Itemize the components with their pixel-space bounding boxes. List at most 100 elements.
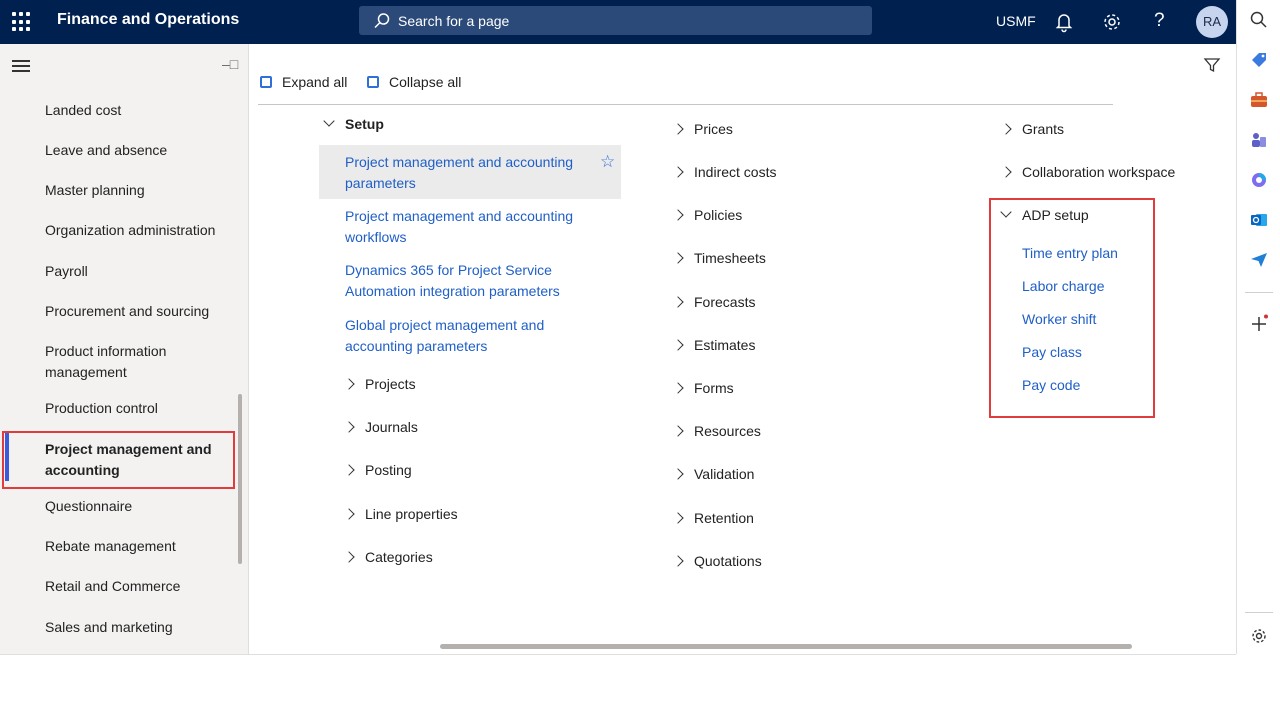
- link-psa-integration-parameters[interactable]: Dynamics 365 for Project Service Automat…: [345, 260, 585, 302]
- send-icon[interactable]: [1249, 250, 1269, 270]
- search-placeholder: Search for a page: [398, 13, 510, 29]
- group-posting[interactable]: Posting: [343, 462, 412, 478]
- chevron-right-icon: [672, 512, 684, 524]
- group-resources[interactable]: Resources: [672, 423, 761, 439]
- outlook-icon[interactable]: [1249, 210, 1269, 230]
- sidebar-item-questionnaire[interactable]: Questionnaire: [45, 496, 235, 517]
- link-pma-parameters[interactable]: Project management and accounting parame…: [345, 152, 595, 194]
- sidebar-item-organization-administration[interactable]: Organization administration: [45, 220, 235, 241]
- app-title[interactable]: Finance and Operations: [57, 11, 239, 29]
- group-label: Categories: [365, 549, 433, 565]
- hamburger-menu-icon[interactable]: [12, 60, 30, 72]
- sidebar-item-product-information-management[interactable]: Product information management: [45, 341, 205, 383]
- group-label: Resources: [694, 423, 761, 439]
- expand-all-button[interactable]: Expand all: [260, 74, 347, 90]
- search-icon[interactable]: [1249, 10, 1269, 30]
- settings-icon[interactable]: [1249, 626, 1269, 646]
- group-forecasts[interactable]: Forecasts: [672, 294, 756, 310]
- group-retention[interactable]: Retention: [672, 510, 754, 526]
- avatar[interactable]: RA: [1196, 6, 1228, 38]
- group-collaboration-workspace[interactable]: Collaboration workspace: [1000, 164, 1176, 180]
- sidebar-item-production-control[interactable]: Production control: [45, 398, 235, 419]
- chevron-right-icon: [343, 508, 355, 520]
- toolbox-icon[interactable]: [1249, 90, 1269, 110]
- page-bottom-border: [0, 654, 1236, 655]
- rail-divider: [1245, 612, 1273, 613]
- group-quotations[interactable]: Quotations: [672, 553, 762, 569]
- group-label: Line properties: [365, 506, 458, 522]
- chevron-right-icon: [343, 421, 355, 433]
- group-label: Collaboration workspace: [1022, 164, 1176, 180]
- sidebar-item-sales-and-marketing[interactable]: Sales and marketing: [45, 617, 235, 638]
- copilot-icon[interactable]: [1249, 170, 1269, 190]
- help-icon[interactable]: ?: [1154, 10, 1165, 32]
- group-journals[interactable]: Journals: [343, 419, 418, 435]
- group-estimates[interactable]: Estimates: [672, 337, 756, 353]
- group-label: Quotations: [694, 553, 762, 569]
- chevron-right-icon: [343, 464, 355, 476]
- group-label: Projects: [365, 376, 416, 392]
- group-forms[interactable]: Forms: [672, 380, 734, 396]
- group-label: Estimates: [694, 337, 756, 353]
- group-label: Posting: [365, 462, 412, 478]
- sidebar-item-master-planning[interactable]: Master planning: [45, 180, 235, 201]
- chevron-right-icon: [672, 425, 684, 437]
- group-label: Forecasts: [694, 294, 756, 310]
- gear-icon[interactable]: [1100, 10, 1124, 34]
- sidebar-item-payroll[interactable]: Payroll: [45, 261, 235, 282]
- toolbar-divider: [258, 104, 1113, 105]
- chevron-right-icon: [672, 123, 684, 135]
- chevron-down-icon: [323, 115, 335, 127]
- setup-heading: Setup: [345, 116, 384, 132]
- add-icon[interactable]: [1249, 314, 1269, 334]
- setup-group-header[interactable]: Setup: [323, 115, 384, 132]
- chevron-right-icon: [1000, 123, 1012, 135]
- collapse-all-label: Collapse all: [389, 74, 462, 90]
- group-grants[interactable]: Grants: [1000, 121, 1064, 137]
- sidebar-item-retail-and-commerce[interactable]: Retail and Commerce: [45, 576, 235, 597]
- chevron-right-icon: [343, 551, 355, 563]
- group-categories[interactable]: Categories: [343, 549, 433, 565]
- sidebar-scrollbar[interactable]: [238, 394, 242, 564]
- group-indirect-costs[interactable]: Indirect costs: [672, 164, 776, 180]
- highlight-box-sidebar: [2, 431, 235, 489]
- chevron-right-icon: [672, 252, 684, 264]
- sidebar-item-leave-and-absence[interactable]: Leave and absence: [45, 140, 235, 161]
- group-label: Forms: [694, 380, 734, 396]
- group-projects[interactable]: Projects: [343, 376, 416, 392]
- group-label: Validation: [694, 466, 755, 482]
- chess-icon[interactable]: [1249, 130, 1269, 150]
- rail-divider: [1245, 292, 1273, 293]
- chevron-right-icon: [672, 555, 684, 567]
- pin-icon[interactable]: ‒□: [222, 56, 238, 72]
- collapse-all-button[interactable]: Collapse all: [367, 74, 461, 90]
- group-validation[interactable]: Validation: [672, 466, 755, 482]
- filter-icon[interactable]: [1203, 56, 1221, 74]
- chevron-right-icon: [343, 378, 355, 390]
- link-global-pma-parameters[interactable]: Global project management and accounting…: [345, 315, 575, 357]
- highlight-box-adp-setup: [989, 198, 1155, 418]
- chevron-right-icon: [672, 382, 684, 394]
- group-policies[interactable]: Policies: [672, 207, 742, 223]
- sidebar-item-rebate-management[interactable]: Rebate management: [45, 536, 235, 557]
- horizontal-scrollbar[interactable]: [440, 644, 1132, 649]
- group-line-properties[interactable]: Line properties: [343, 506, 458, 522]
- bell-icon[interactable]: [1052, 10, 1076, 34]
- expand-all-label: Expand all: [282, 74, 348, 90]
- app-launcher-icon[interactable]: [12, 12, 32, 32]
- search-input[interactable]: Search for a page: [359, 6, 872, 35]
- tag-icon[interactable]: [1249, 50, 1269, 70]
- group-label: Journals: [365, 419, 418, 435]
- right-app-rail: [1236, 0, 1280, 654]
- group-timesheets[interactable]: Timesheets: [672, 250, 766, 266]
- company-picker[interactable]: USMF: [996, 13, 1036, 29]
- sidebar-item-landed-cost[interactable]: Landed cost: [45, 100, 235, 121]
- workspace-content: Expand all Collapse all Setup Project ma…: [250, 44, 1203, 654]
- group-prices[interactable]: Prices: [672, 121, 733, 137]
- favorite-star-icon[interactable]: ☆: [600, 152, 615, 172]
- sidebar-item-procurement-and-sourcing[interactable]: Procurement and sourcing: [45, 301, 235, 322]
- link-pma-workflows[interactable]: Project management and accounting workfl…: [345, 206, 595, 248]
- group-label: Retention: [694, 510, 754, 526]
- top-navigation-bar: Finance and Operations Search for a page…: [0, 0, 1236, 44]
- group-label: Prices: [694, 121, 733, 137]
